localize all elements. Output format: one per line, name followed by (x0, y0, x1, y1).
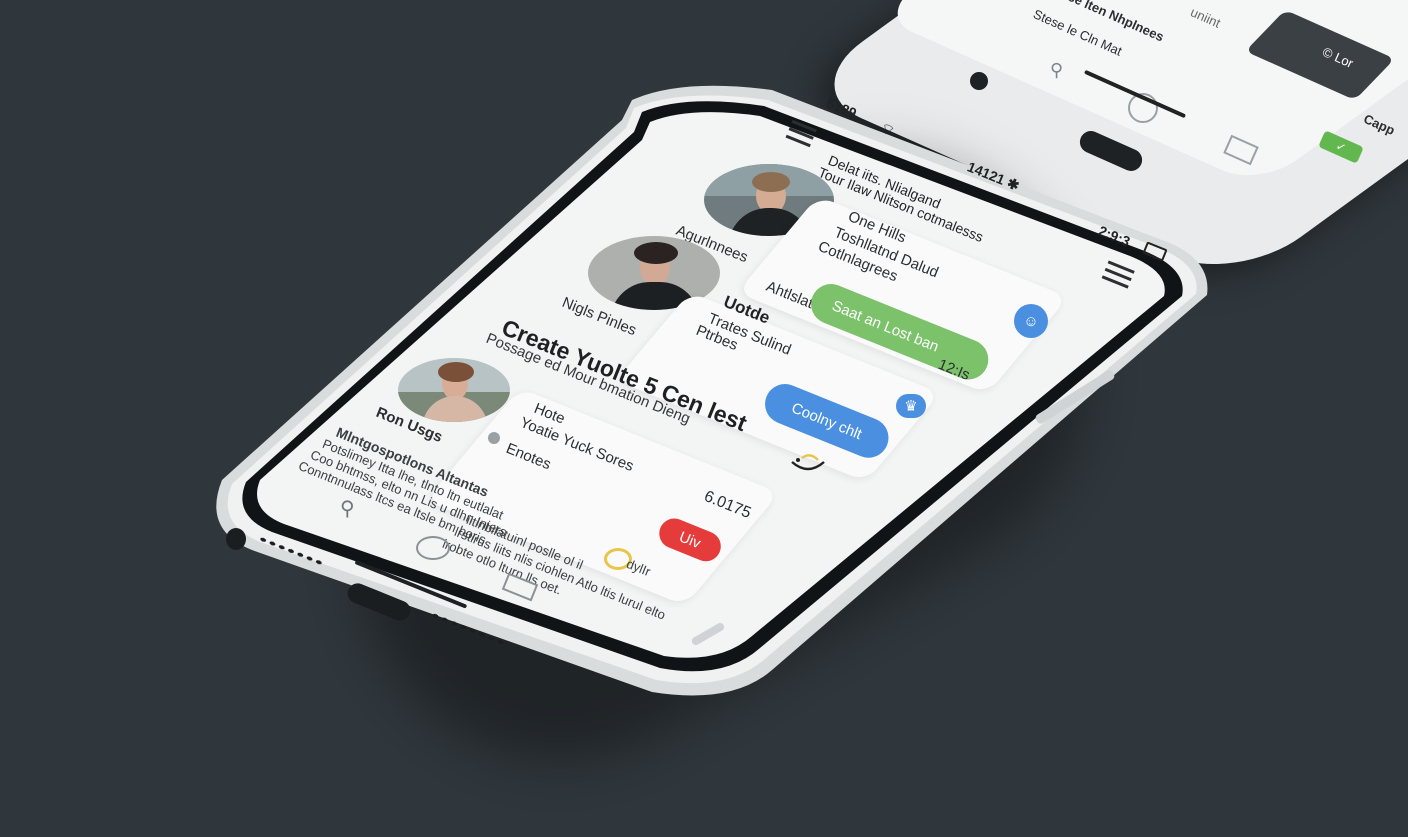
avatar[interactable] (398, 358, 510, 422)
key-icon[interactable]: ⚲ (340, 496, 355, 521)
home-icon[interactable] (416, 536, 450, 560)
main-phone: 5189 ⌔ 14121 ✱ 2:9:3 Delat iits. Nlialga… (0, 0, 1408, 837)
crown-icon[interactable]: ♛ (896, 394, 926, 418)
headphone-jack (226, 528, 246, 550)
status-dot (488, 432, 500, 444)
chat-icon[interactable]: ☺ (1014, 304, 1048, 338)
smile-icon (788, 454, 828, 476)
